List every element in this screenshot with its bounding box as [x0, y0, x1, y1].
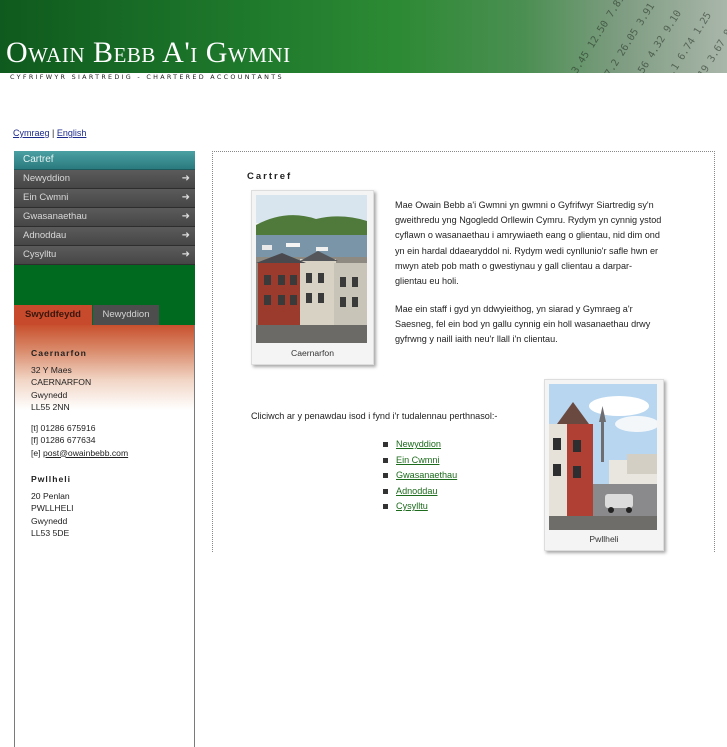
photo-pwllheli: Pwllheli [544, 379, 664, 551]
address-line: 20 Penlan [31, 490, 70, 501]
nav-item-cartref[interactable]: Cartref [14, 151, 195, 170]
nav-item-gwasanaethau[interactable]: Gwasanaethau ➜ [14, 208, 195, 227]
arrow-right-icon: ➜ [181, 192, 190, 203]
language-switcher: Cymraeg | English [13, 128, 86, 138]
nav-item-label: Ein Cwmni [23, 192, 69, 203]
address-line: CAERNARFON [31, 377, 92, 387]
lang-welsh-link[interactable]: Cymraeg [13, 128, 50, 138]
arrow-right-icon: ➜ [181, 230, 190, 241]
address-line: Gwynedd [31, 515, 68, 526]
sidebar-tabs: Swyddfeydd Newyddion [14, 305, 195, 325]
address-line: Gwynedd [31, 389, 68, 400]
link-ein-cwmni[interactable]: Ein Cwmni [396, 455, 439, 465]
link-gwasanaethau[interactable]: Gwasanaethau [396, 470, 457, 480]
caernarfon-harbour-image [256, 195, 367, 343]
link-newyddion[interactable]: Newyddion [396, 439, 441, 449]
bullet-icon [383, 473, 388, 478]
ledger-photo: 3.45 12.50 7.81 17.2 26.05 3.91 0.56 4.3… [570, 0, 727, 73]
header-banner: 3.45 12.50 7.81 17.2 26.05 3.91 0.56 4.3… [0, 0, 727, 73]
office-town-pwllheli: Pwllheli [31, 474, 71, 484]
address-line: 32 Y Maes [31, 364, 72, 375]
list-item: Newyddion [383, 437, 457, 453]
office-telephone: [t] 01286 675916 [31, 422, 96, 433]
list-item: Gwasanaethau [383, 468, 457, 484]
bullet-icon [383, 442, 388, 447]
nav-item-newyddion[interactable]: Newyddion ➜ [14, 170, 195, 189]
office-email: [e] post@owainbebb.com [31, 447, 194, 460]
lang-separator: | [52, 128, 55, 138]
lang-english-link[interactable]: English [57, 128, 87, 138]
bullet-icon [383, 504, 388, 509]
photo-caption: Pwllheli [589, 534, 619, 544]
links-intro: Cliciwch ar y penawdau isod i fynd i'r t… [251, 411, 498, 421]
address-line: PWLLHELI [31, 503, 74, 513]
tab-newyddion[interactable]: Newyddion [93, 305, 159, 325]
nav-item-label: Newyddion [23, 173, 70, 184]
brand-title: Owain Bebb A'i Gwmni [6, 36, 291, 69]
list-item: Ein Cwmni [383, 453, 457, 469]
sidebar-spacer [14, 265, 195, 305]
tagline: CYFRIFWYR SIARTREDIG - CHARTERED ACCOUNT… [10, 73, 284, 81]
arrow-right-icon: ➜ [181, 173, 190, 184]
link-cysylltu[interactable]: Cysylltu [396, 501, 428, 511]
nav-item-label: Cysylltu [23, 249, 57, 260]
nav-item-cysylltu[interactable]: Cysylltu ➜ [14, 246, 195, 265]
email-prefix: [e] [31, 447, 43, 458]
photo-caption: Caernarfon [291, 348, 334, 358]
nav-item-label: Gwasanaethau [23, 211, 87, 222]
intro-paragraph: Mae Owain Bebb a'i Gwmni yn gwmni o Gyfr… [395, 200, 662, 287]
bullet-icon [383, 488, 388, 494]
photo-caernarfon: Caernarfon [251, 190, 374, 365]
office-fax: [f] 01286 677634 [31, 435, 96, 445]
address-line: LL53 5DE [31, 528, 70, 538]
staff-paragraph: Mae ein staff i gyd yn ddwyieithog, yn s… [395, 304, 651, 345]
nav-item-label: Adnoddau [23, 230, 67, 241]
pwllheli-street-image [549, 384, 657, 530]
address-line: LL55 2NN [31, 402, 70, 412]
bullet-icon [383, 457, 388, 463]
list-item: Adnoddau [383, 484, 457, 500]
arrow-right-icon: ➜ [181, 249, 190, 260]
main-content: Cartref Caernarfon Mae Owain Bebb a'i Gw… [212, 151, 715, 552]
link-adnoddau[interactable]: Adnoddau [396, 486, 437, 496]
office-town-caernarfon: Caernarfon [31, 348, 87, 358]
arrow-right-icon: ➜ [181, 211, 190, 222]
nav-item-ein-cwmni[interactable]: Ein Cwmni ➜ [14, 189, 195, 208]
tab-swyddfeydd[interactable]: Swyddfeydd [14, 305, 92, 325]
sidebar: Cartref Newyddion ➜ Ein Cwmni ➜ Gwasanae… [14, 151, 195, 747]
page-links-list: Newyddion Ein Cwmni Gwasanaethau Adnodda… [383, 437, 457, 515]
nav-item-adnoddau[interactable]: Adnoddau ➜ [14, 227, 195, 246]
page-title: Cartref [247, 171, 293, 182]
list-item: Cysylltu [383, 499, 457, 515]
offices-panel: Caernarfon 32 Y Maes CAERNARFON Gwynedd … [14, 325, 195, 747]
email-link[interactable]: post@owainbebb.com [43, 448, 128, 458]
